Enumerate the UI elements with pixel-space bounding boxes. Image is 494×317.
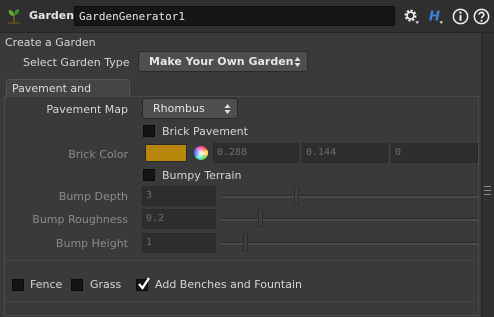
brick-color-label: Brick Color — [68, 148, 128, 161]
garden-type-menu[interactable]: Make Your Own Garden — [138, 51, 308, 72]
brick-pavement-label: Brick Pavement — [162, 125, 248, 138]
tab-pavement-and-terrain[interactable]: Pavement and Terrain — [6, 79, 130, 113]
separator — [5, 301, 475, 302]
separator — [5, 260, 475, 261]
checkmark-icon — [138, 277, 150, 290]
garden-node-icon — [8, 9, 20, 24]
grass-label: Grass — [90, 278, 122, 291]
parameter-header: Garden GardenGenerator1 H — [0, 0, 494, 33]
bumpy-terrain-label: Bumpy Terrain — [162, 169, 242, 182]
pavement-map-label: Pavement Map — [46, 103, 128, 116]
pavement-map-value: Rhombus — [153, 102, 205, 115]
gear-icon[interactable] — [402, 7, 421, 26]
info-icon[interactable] — [451, 7, 470, 26]
pavement-map-menu[interactable]: Rhombus — [142, 98, 238, 119]
fence-checkbox[interactable] — [12, 279, 24, 291]
brick-pavement-checkbox[interactable] — [143, 125, 155, 137]
svg-text:H: H — [429, 9, 440, 24]
scrollbar-grip-line — [484, 194, 491, 195]
help-h-icon[interactable]: H — [427, 7, 446, 26]
bump-depth-field[interactable]: 3 — [142, 186, 216, 206]
benches-fountain-checkbox[interactable] — [136, 277, 150, 291]
bump-roughness-label: Bump Roughness — [32, 213, 128, 226]
grass-checkbox[interactable] — [71, 279, 83, 291]
scrollbar-grip-line — [484, 190, 491, 191]
panel-title: Create a Garden — [5, 36, 96, 49]
garden-type-menu-value: Make Your Own Garden — [149, 55, 294, 68]
bump-depth-label: Bump Depth — [58, 190, 128, 203]
brick-color-swatch[interactable] — [145, 144, 187, 162]
bumpy-terrain-checkbox[interactable] — [143, 169, 155, 181]
bump-roughness-field[interactable]: 0.2 — [142, 209, 216, 229]
bump-height-slider[interactable] — [222, 242, 478, 245]
select-garden-type-label: Select Garden Type — [23, 56, 130, 69]
bump-height-field[interactable]: 1 — [142, 233, 216, 253]
bump-depth-slider[interactable] — [222, 195, 478, 198]
brick-color-g-field[interactable]: 0.144 — [302, 143, 388, 163]
vertical-scrollbar[interactable] — [481, 33, 494, 317]
node-name-field[interactable]: GardenGenerator1 — [74, 6, 395, 26]
color-wheel-icon[interactable] — [193, 145, 209, 161]
brick-color-r-field[interactable]: 0.288 — [213, 143, 299, 163]
bump-roughness-slider-knob[interactable] — [258, 209, 264, 227]
help-question-icon[interactable] — [472, 7, 491, 26]
scrollbar-grip[interactable] — [484, 186, 491, 187]
node-type-label: Garden — [29, 9, 75, 22]
bump-depth-slider-knob[interactable] — [294, 186, 300, 204]
menu-arrows-icon — [294, 57, 301, 67]
bump-height-slider-knob[interactable] — [243, 233, 249, 251]
benches-fountain-label: Add Benches and Fountain — [155, 278, 302, 291]
fence-label: Fence — [30, 278, 63, 291]
bump-height-label: Bump Height — [55, 237, 128, 250]
brick-color-b-field[interactable]: 0 — [391, 143, 478, 163]
menu-arrows-icon — [224, 104, 231, 114]
